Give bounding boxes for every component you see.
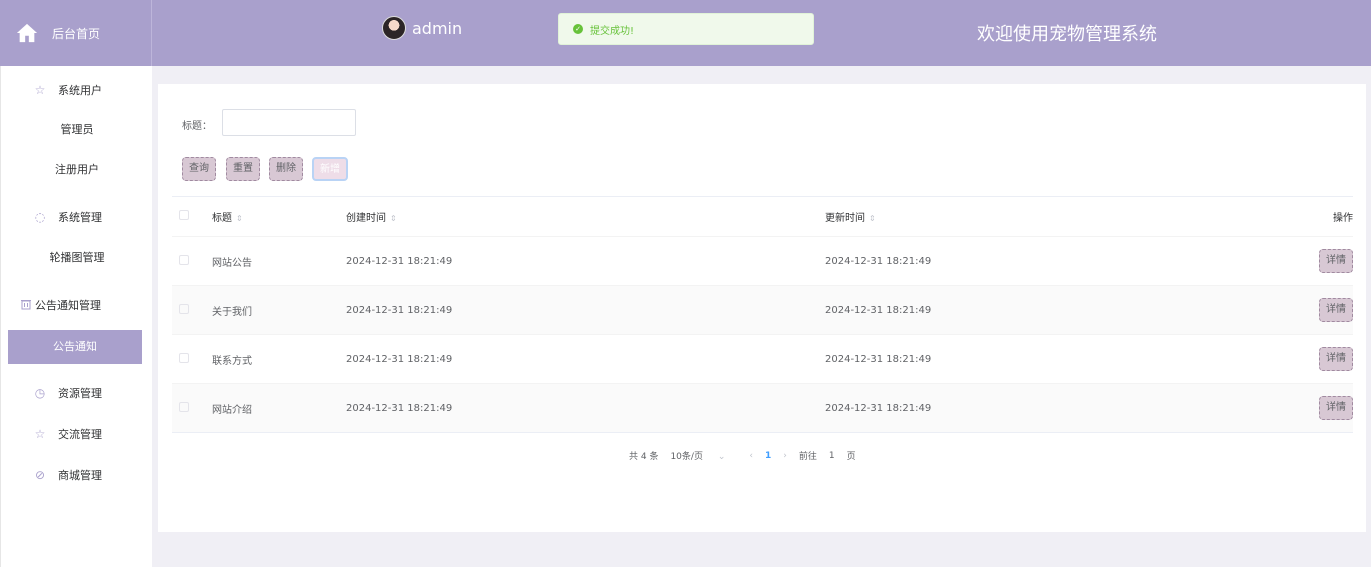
menu-group-system-users[interactable]: ☆ 系统用户 bbox=[1, 75, 153, 105]
row-checkbox[interactable] bbox=[179, 254, 189, 265]
menu-group-label: 系统用户 bbox=[58, 84, 102, 97]
next-page-icon[interactable]: › bbox=[783, 451, 787, 461]
trash-icon bbox=[19, 298, 33, 312]
pagination: 共 4 条 10条/页 ⌄ ‹ 1 › 前往 1 页 bbox=[629, 449, 868, 463]
top-header: 后台首页 admin ✓ 提交成功! 欢迎使用宠物管理系统 bbox=[0, 0, 1371, 66]
column-actions: 操作 bbox=[1333, 213, 1353, 224]
row-title: 关于我们 bbox=[212, 306, 252, 318]
check-circle-icon: ✓ bbox=[573, 24, 583, 34]
reset-button[interactable]: 重置 bbox=[226, 157, 260, 181]
username: admin bbox=[412, 18, 463, 38]
clock-icon: ◷ bbox=[34, 386, 46, 400]
menu-group-mall-management[interactable]: ⊘ 商城管理 bbox=[1, 460, 153, 490]
detail-button[interactable]: 详情 bbox=[1319, 249, 1353, 273]
trash-icon-shape bbox=[21, 300, 31, 310]
notice-table: 标题 ⇕ 创建时间 ⇕ 更新时间 ⇕ 操作 网站公告 2024-12-31 18:21… bbox=[172, 196, 1353, 433]
cube-icon: ◌ bbox=[34, 210, 46, 224]
user-info[interactable]: admin bbox=[382, 16, 462, 40]
page-suffix: 页 bbox=[846, 452, 856, 462]
toast-message: 提交成功! bbox=[590, 25, 635, 37]
table-divider bbox=[172, 432, 1353, 433]
menu-group-notice-management[interactable]: 公告通知管理 bbox=[1, 290, 153, 320]
row-created: 2024-12-31 18:21:49 bbox=[346, 402, 453, 414]
row-title: 网站介绍 bbox=[212, 404, 252, 416]
star-icon: ☆ bbox=[34, 83, 46, 97]
row-checkbox[interactable] bbox=[179, 352, 189, 363]
sort-icon[interactable]: ⇕ bbox=[869, 214, 876, 223]
table-row: 网站公告 2024-12-31 18:21:49 2024-12-31 18:2… bbox=[172, 236, 1353, 285]
chevron-down-icon: ⌄ bbox=[717, 452, 726, 462]
sort-icon[interactable]: ⇕ bbox=[390, 214, 397, 223]
table-row: 网站介绍 2024-12-31 18:21:49 2024-12-31 18:2… bbox=[172, 383, 1353, 432]
menu-group-label: 公告通知管理 bbox=[35, 299, 101, 312]
search-title-label: 标题： bbox=[182, 121, 212, 132]
detail-button[interactable]: 详情 bbox=[1319, 347, 1353, 371]
success-toast: ✓ 提交成功! bbox=[558, 13, 814, 45]
home-icon bbox=[16, 23, 38, 43]
row-updated: 2024-12-31 18:21:49 bbox=[825, 255, 932, 267]
avatar bbox=[382, 16, 406, 40]
sidebar-item-admin[interactable]: 管理员 bbox=[1, 115, 153, 145]
menu-group-label: 资源管理 bbox=[58, 387, 102, 400]
home-link[interactable]: 后台首页 bbox=[0, 0, 152, 66]
prev-page-icon[interactable]: ‹ bbox=[749, 451, 753, 461]
goto-label: 前往 bbox=[798, 452, 817, 462]
row-updated: 2024-12-31 18:21:49 bbox=[825, 353, 932, 365]
goto-page-input[interactable]: 1 bbox=[829, 451, 835, 461]
menu-group-label: 系统管理 bbox=[58, 211, 102, 224]
page-size-select[interactable]: 10条/页 ⌄ bbox=[670, 449, 737, 462]
row-created: 2024-12-31 18:21:49 bbox=[346, 255, 453, 267]
column-created[interactable]: 创建时间 bbox=[346, 213, 386, 224]
table-header: 标题 ⇕ 创建时间 ⇕ 更新时间 ⇕ 操作 bbox=[172, 196, 1353, 236]
menu-group-label: 商城管理 bbox=[58, 469, 102, 482]
row-title: 网站公告 bbox=[212, 257, 252, 269]
sidebar-item-carousel[interactable]: 轮播图管理 bbox=[1, 243, 153, 273]
star-icon: ☆ bbox=[34, 427, 46, 441]
current-page[interactable]: 1 bbox=[765, 451, 771, 461]
column-title[interactable]: 标题 bbox=[212, 213, 232, 224]
search-title-input[interactable] bbox=[222, 109, 356, 136]
page-size-value: 10条/页 bbox=[670, 452, 703, 462]
menu-group-exchange-management[interactable]: ☆ 交流管理 bbox=[1, 419, 153, 449]
menu-group-system-management[interactable]: ◌ 系统管理 bbox=[1, 202, 153, 232]
column-updated[interactable]: 更新时间 bbox=[825, 213, 865, 224]
sidebar-item-registered-users[interactable]: 注册用户 bbox=[1, 155, 153, 185]
compass-icon: ⊘ bbox=[34, 468, 46, 482]
detail-button[interactable]: 详情 bbox=[1319, 298, 1353, 322]
row-title: 联系方式 bbox=[212, 355, 252, 367]
add-button[interactable]: 新增 bbox=[312, 157, 348, 181]
row-updated: 2024-12-31 18:21:49 bbox=[825, 304, 932, 316]
table-row: 关于我们 2024-12-31 18:21:49 2024-12-31 18:2… bbox=[172, 285, 1353, 334]
row-updated: 2024-12-31 18:21:49 bbox=[825, 402, 932, 414]
row-created: 2024-12-31 18:21:49 bbox=[346, 304, 453, 316]
row-checkbox[interactable] bbox=[179, 401, 189, 412]
query-button[interactable]: 查询 bbox=[182, 157, 216, 181]
sidebar-item-notice[interactable]: 公告通知 bbox=[8, 330, 142, 364]
row-checkbox[interactable] bbox=[179, 303, 189, 314]
select-all-checkbox[interactable] bbox=[179, 210, 189, 220]
sidebar: ☆ 系统用户 管理员 注册用户 ◌ 系统管理 轮播图管理 公告通知管理 公告通知… bbox=[0, 66, 152, 567]
menu-group-resource-management[interactable]: ◷ 资源管理 bbox=[1, 378, 153, 408]
delete-button[interactable]: 删除 bbox=[269, 157, 303, 181]
table-row: 联系方式 2024-12-31 18:21:49 2024-12-31 18:2… bbox=[172, 334, 1353, 383]
home-label: 后台首页 bbox=[52, 26, 101, 41]
sort-icon[interactable]: ⇕ bbox=[236, 214, 243, 223]
pagination-total: 共 4 条 bbox=[629, 452, 659, 462]
row-created: 2024-12-31 18:21:49 bbox=[346, 353, 453, 365]
detail-button[interactable]: 详情 bbox=[1319, 396, 1353, 420]
welcome-title: 欢迎使用宠物管理系统 bbox=[977, 24, 1157, 45]
menu-group-label: 交流管理 bbox=[58, 428, 102, 441]
